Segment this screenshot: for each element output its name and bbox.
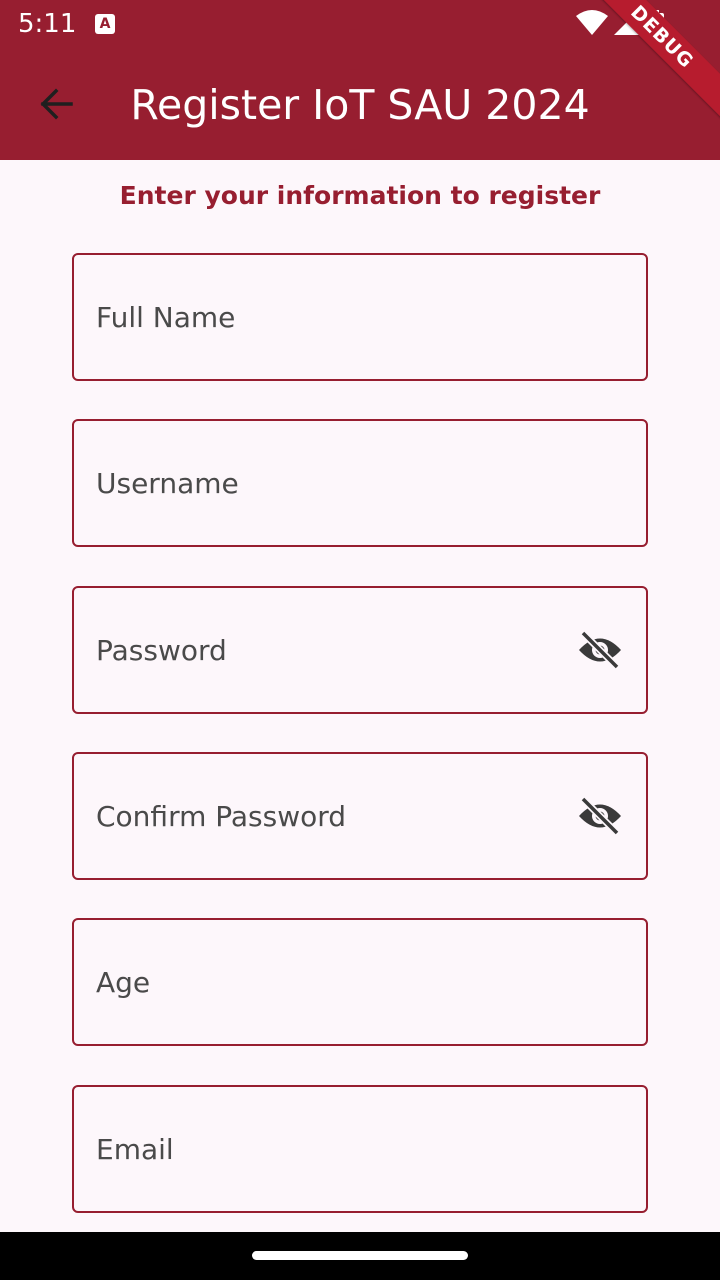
password-visibility-toggle[interactable] (576, 628, 624, 672)
page-title: Register IoT SAU 2024 (130, 81, 590, 129)
email-field (72, 1085, 648, 1213)
confirm-password-visibility-toggle[interactable] (576, 794, 624, 838)
full-name-input[interactable] (96, 255, 566, 379)
password-input[interactable] (96, 588, 566, 712)
system-navigation-bar (0, 1232, 720, 1280)
visibility-off-icon (579, 631, 621, 669)
app-notification-icon: A (95, 14, 115, 34)
password-field (72, 586, 648, 714)
app-bar: Register IoT SAU 2024 (0, 48, 720, 160)
confirm-password-input[interactable] (96, 754, 566, 878)
username-input[interactable] (96, 421, 566, 545)
username-field (72, 419, 648, 547)
full-name-field (72, 253, 648, 381)
wifi-icon (576, 10, 608, 35)
status-time: 5:11 (18, 9, 77, 39)
age-input[interactable] (96, 920, 566, 1044)
confirm-password-field (72, 752, 648, 880)
form-subtitle: Enter your information to register (119, 181, 601, 210)
visibility-off-icon (579, 797, 621, 835)
home-indicator[interactable] (252, 1251, 468, 1260)
age-field (72, 918, 648, 1046)
email-input[interactable] (96, 1087, 566, 1211)
